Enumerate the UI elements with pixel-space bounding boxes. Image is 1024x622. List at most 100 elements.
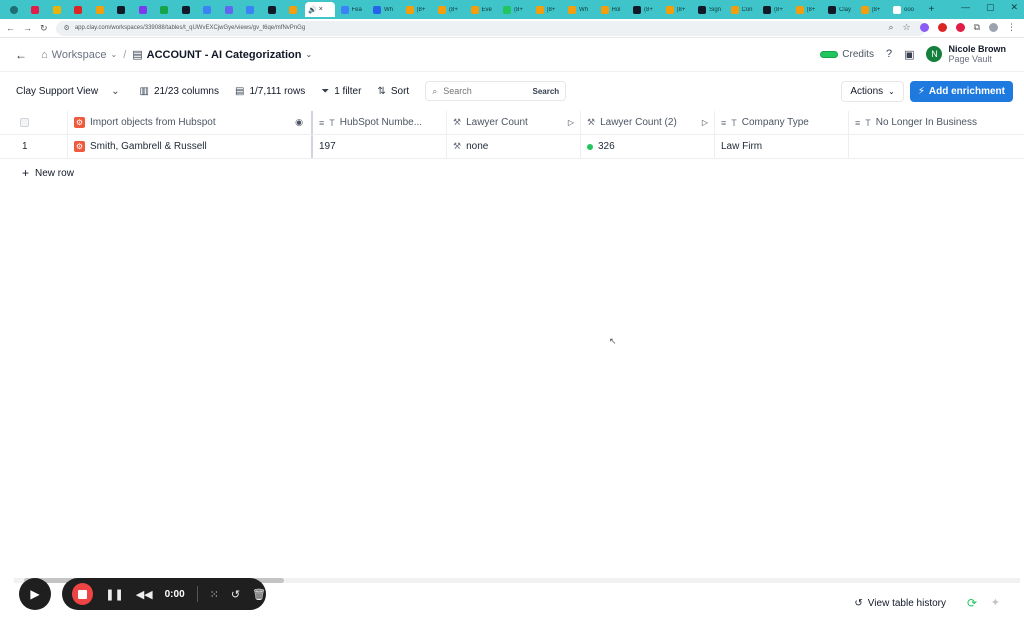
extension-icon[interactable] <box>937 23 947 32</box>
sort-button[interactable]: ⇅ Sort <box>377 86 409 97</box>
actions-button[interactable]: Actions ⌄ <box>841 81 904 102</box>
column-header-no-longer-in-business[interactable]: ≡ T No Longer In Business <box>849 111 1024 134</box>
new-row-button[interactable]: + New row <box>0 159 1024 187</box>
tab-menu-icon[interactable] <box>4 2 23 17</box>
header-right: Credits ? ▣ N Nicole Brown Page Vault <box>820 44 1006 64</box>
browser-tab[interactable]: (8+ <box>403 2 433 17</box>
browser-tab[interactable]: (8+ <box>500 2 530 17</box>
browser-tab[interactable]: Sign <box>695 2 725 17</box>
extension-icon[interactable] <box>919 23 929 32</box>
user-menu[interactable]: N Nicole Brown Page Vault <box>926 44 1006 64</box>
browser-tab[interactable] <box>176 2 195 17</box>
browser-menu-icon[interactable]: ⋮ <box>1007 22 1016 33</box>
cell-company-type[interactable]: Law Firm <box>715 135 849 158</box>
reload-icon[interactable]: ↻ <box>40 23 48 34</box>
search-button[interactable]: Search <box>529 85 564 98</box>
columns-button[interactable]: ▥ 21/23 columns <box>139 86 219 97</box>
browser-tab[interactable] <box>69 2 88 17</box>
cell-lawyer-count-2[interactable]: 326 <box>581 135 715 158</box>
browser-tab[interactable]: Fea <box>338 2 368 17</box>
browser-tab-active[interactable]: 🔊 × <box>305 2 335 17</box>
browser-tab[interactable] <box>133 2 152 17</box>
table-row[interactable]: 1 ⚙ Smith, Gambrell & Russell 197 ⚒ none… <box>0 135 1024 159</box>
browser-tab[interactable]: (8+ <box>663 2 693 17</box>
select-all-checkbox[interactable] <box>20 118 29 127</box>
new-tab-icon[interactable]: + <box>929 4 935 15</box>
browser-tab[interactable] <box>198 2 217 17</box>
run-column-icon[interactable]: ▷ <box>568 118 574 127</box>
credits-indicator[interactable]: Credits <box>820 49 874 60</box>
back-arrow-icon[interactable]: ← <box>15 48 27 62</box>
browser-tab[interactable] <box>112 2 131 17</box>
browser-tab[interactable]: (8+ <box>630 2 660 17</box>
settings-icon[interactable]: ◉ <box>295 117 303 128</box>
refresh-icon[interactable]: ⟳ <box>967 596 977 610</box>
minimize-icon[interactable]: — <box>961 2 970 13</box>
url-field[interactable]: ⚙ app.clay.com/workspaces/339088/tables/… <box>55 20 926 36</box>
help-icon[interactable]: ? <box>886 48 892 60</box>
browser-tab[interactable] <box>219 2 238 17</box>
zoom-icon[interactable]: ⌕ <box>888 22 893 33</box>
browser-tab[interactable] <box>47 2 66 17</box>
cell-lawyer-count[interactable]: ⚒ none <box>447 135 581 158</box>
search-input[interactable] <box>443 86 514 96</box>
breadcrumb-table[interactable]: ▤ ACCOUNT - AI Categorization ⌄ <box>132 48 312 62</box>
browser-tab[interactable]: (8+ <box>435 2 465 17</box>
new-row-label: New row <box>35 167 74 179</box>
browser-tab[interactable] <box>90 2 109 17</box>
browser-tab[interactable]: Clay <box>825 2 855 17</box>
browser-tab[interactable] <box>26 2 45 17</box>
extensions-puzzle-icon[interactable]: ⧉ <box>974 22 980 33</box>
browser-tab[interactable] <box>241 2 260 17</box>
column-header-lawyer-count[interactable]: ⚒ Lawyer Count ▷ <box>447 111 581 134</box>
add-enrichment-button[interactable]: ⚡ Add enrichment <box>909 81 1013 102</box>
browser-tab[interactable]: ooo <box>890 2 920 17</box>
browser-tab[interactable]: Eve <box>468 2 498 17</box>
cell-import[interactable]: ⚙ Smith, Gambrell & Russell <box>68 135 313 158</box>
run-column-icon[interactable]: ▷ <box>702 118 708 127</box>
browser-tab[interactable]: (8+ <box>858 2 888 17</box>
browser-tab[interactable] <box>262 2 281 17</box>
profile-icon[interactable] <box>989 23 998 32</box>
restart-icon[interactable]: ↺ <box>231 588 240 601</box>
tab-favicon-icon <box>503 5 511 14</box>
actions-label: Actions <box>850 86 884 97</box>
browser-tab[interactable] <box>155 2 174 17</box>
column-header-lawyer-count-2[interactable]: ⚒ Lawyer Count (2) ▷ <box>581 111 715 134</box>
browser-tab[interactable]: (8+ <box>793 2 823 17</box>
bookmark-star-icon[interactable]: ☆ <box>902 22 910 33</box>
view-table-history-button[interactable]: ↺ View table history <box>854 598 946 609</box>
grid-icon[interactable]: ⁙ <box>210 588 219 601</box>
maximize-icon[interactable]: ▢ <box>986 2 995 13</box>
view-selector[interactable]: Clay Support View ⌄ <box>16 86 119 97</box>
column-header-hubspot-number[interactable]: ≡ T HubSpot Numbe... <box>313 111 447 134</box>
cell-no-longer-in-business[interactable] <box>849 135 1024 158</box>
pause-icon[interactable]: ❚❚ <box>105 588 123 601</box>
breadcrumb-workspace[interactable]: ⌂ Workspace ⌄ <box>41 49 117 61</box>
close-window-icon[interactable]: ✕ <box>1010 2 1018 13</box>
tab-favicon-icon <box>160 5 168 14</box>
site-info-icon[interactable]: ⚙ <box>64 24 70 32</box>
column-header-company-type[interactable]: ≡ T Company Type <box>715 111 849 134</box>
browser-tab[interactable]: Hol <box>598 2 628 17</box>
tab-close-icon[interactable]: × <box>319 6 323 13</box>
browser-tab[interactable]: Wh <box>565 2 595 17</box>
forward-arrow-icon[interactable]: → <box>23 23 32 33</box>
camera-toggle-button[interactable]: ▶ <box>19 578 51 610</box>
filter-button[interactable]: ⏷ 1 filter <box>321 86 361 97</box>
rewind-icon[interactable]: ◀◀ <box>136 588 153 601</box>
browser-tab[interactable]: Con <box>728 2 758 17</box>
extension-icon[interactable] <box>955 23 965 32</box>
rows-button[interactable]: ▤ 1/7,111 rows <box>235 86 305 97</box>
stop-recording-button[interactable] <box>72 583 94 605</box>
browser-tab[interactable]: Wh <box>370 2 400 17</box>
browser-tab[interactable] <box>284 2 303 17</box>
cell-hubspot-number[interactable]: 197 <box>313 135 447 158</box>
inbox-icon[interactable]: ▣ <box>904 48 914 61</box>
browser-tab[interactable]: (8+ <box>760 2 790 17</box>
column-header-import[interactable]: ⚙ Import objects from Hubspot ◉ <box>68 111 313 134</box>
pin-icon[interactable]: ✦ <box>991 596 1000 609</box>
browser-tab[interactable]: (8+ <box>533 2 563 17</box>
trash-icon[interactable]: 🗑 <box>252 588 266 601</box>
back-arrow-icon[interactable]: ← <box>6 23 15 33</box>
